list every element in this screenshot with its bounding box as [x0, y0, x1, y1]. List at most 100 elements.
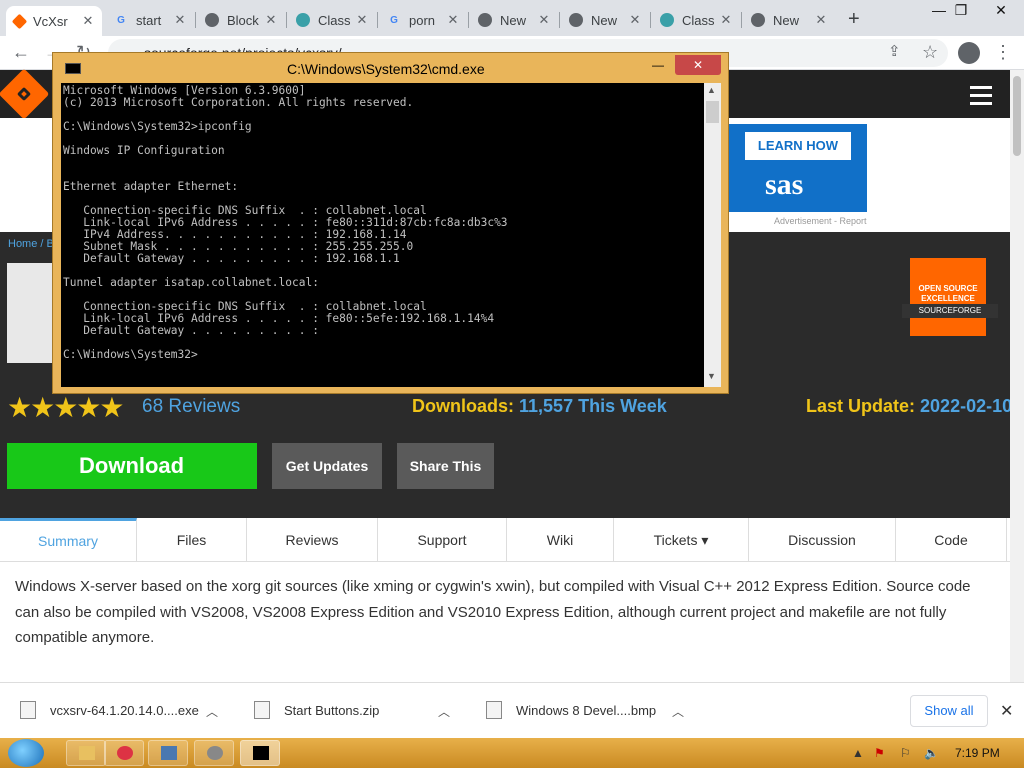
taskbar-chrome[interactable] [104, 740, 144, 766]
scroll-up-icon[interactable]: ▲ [707, 85, 716, 95]
sourceforge-logo[interactable] [0, 68, 50, 120]
download-item[interactable]: Start Buttons.zip [254, 701, 379, 719]
cmd-icon [65, 63, 81, 74]
tab-new-2[interactable]: New ✕ [561, 6, 649, 34]
clock[interactable]: 7:19 PM [955, 746, 1000, 760]
tab-tickets[interactable]: Tickets ▾ [614, 518, 749, 562]
tab-divider [559, 12, 560, 28]
ad-cta-button[interactable]: LEARN HOW [745, 132, 851, 160]
tab-porn[interactable]: G porn ✕ [379, 6, 467, 34]
download-item[interactable]: vcxsrv-64.1.20.14.0....exe [20, 701, 199, 719]
tab-class[interactable]: Class ✕ [288, 6, 376, 34]
tray-expand-icon[interactable]: ▲ [852, 746, 864, 760]
cmd-scrollbar[interactable]: ▲ ▼ [704, 83, 721, 387]
tab-label: Class [682, 12, 715, 28]
tab-start[interactable]: G start ✕ [106, 6, 194, 34]
profile-avatar[interactable] [958, 42, 980, 64]
google-icon: G [390, 14, 398, 26]
tab-label: Class [318, 12, 351, 28]
scroll-down-icon[interactable]: ▼ [707, 371, 716, 381]
download-item[interactable]: Windows 8 Devel....bmp [486, 701, 656, 719]
close-icon[interactable]: ✕ [627, 12, 643, 28]
ad-note[interactable]: Advertisement - Report [774, 216, 867, 226]
tab-reviews[interactable]: Reviews [247, 518, 378, 562]
scrollbar-thumb[interactable] [1013, 76, 1021, 156]
taskbar-app[interactable] [194, 740, 234, 766]
cmd-title-bar[interactable]: C:\Windows\System32\cmd.exe — ☐ ✕ [53, 53, 728, 81]
tab-label: Block [227, 12, 259, 28]
network-error-icon[interactable]: ⚑ [874, 746, 885, 760]
scrollbar-thumb[interactable] [706, 101, 719, 123]
taskbar-cmd[interactable] [240, 740, 280, 766]
close-icon[interactable]: ✕ [445, 12, 461, 28]
tab-label: Support [417, 532, 467, 548]
globe-icon [296, 13, 310, 27]
action-center-icon[interactable]: ⚐ [900, 746, 911, 760]
rating-stars-icon: ★★★★★ [7, 392, 125, 423]
tab-summary[interactable]: Summary [0, 518, 137, 562]
tab-new-3[interactable]: New ✕ [743, 6, 835, 34]
app-icon [207, 746, 223, 760]
downloads-value: 11,557 This Week [519, 396, 667, 416]
get-updates-label: Get Updates [285, 458, 369, 474]
ad-brand-logo: sas [765, 168, 804, 201]
advertisement[interactable]: LEARN HOW sas [729, 124, 867, 212]
bookmark-star-icon[interactable]: ☆ [922, 42, 938, 63]
project-nav: Summary Files Reviews Support Wiki Ticke… [0, 518, 1010, 562]
tab-wiki[interactable]: Wiki [507, 518, 614, 562]
chevron-up-icon[interactable]: ︿ [672, 703, 684, 720]
cmd-title: C:\Windows\System32\cmd.exe [287, 61, 485, 77]
chevron-up-icon[interactable]: ︿ [206, 703, 218, 720]
tab-block[interactable]: Block ✕ [197, 6, 285, 34]
volume-muted-icon[interactable]: 🔈 [924, 746, 939, 760]
folder-icon [79, 746, 95, 760]
tab-code[interactable]: Code [896, 518, 1007, 562]
start-button[interactable] [8, 739, 44, 767]
chrome-icon [205, 13, 219, 27]
close-icon[interactable]: ✕ [354, 12, 370, 28]
reviews-link[interactable]: 68 Reviews [142, 396, 240, 418]
menu-dots-icon[interactable]: ⋮ [994, 42, 1012, 63]
tab-discussion[interactable]: Discussion [749, 518, 896, 562]
chrome-icon [569, 13, 583, 27]
close-icon[interactable]: ✕ [80, 13, 96, 29]
close-button[interactable]: ✕ [675, 55, 721, 75]
cmd-window[interactable]: C:\Windows\System32\cmd.exe — ☐ ✕ Micros… [52, 52, 729, 394]
close-icon[interactable]: ✕ [718, 12, 734, 28]
close-icon[interactable]: ✕ [813, 12, 829, 28]
close-icon[interactable]: ✕ [1000, 701, 1013, 721]
tab-label: Tickets ▾ [653, 532, 709, 548]
cmd-console[interactable]: Microsoft Windows [Version 6.3.9600] (c)… [61, 83, 721, 387]
new-tab-button[interactable]: + [848, 8, 860, 31]
tab-label: Files [176, 532, 207, 548]
tab-divider [468, 12, 469, 28]
tab-vcxsrv[interactable]: VcXsr ✕ [6, 6, 102, 36]
tab-support[interactable]: Support [378, 518, 507, 562]
chrome-icon [117, 746, 133, 760]
file-icon [20, 701, 36, 719]
tab-label: New [591, 12, 618, 28]
back-arrow-icon[interactable]: ← [12, 42, 30, 63]
close-window-button[interactable]: ✕ [978, 2, 1024, 19]
show-all-button[interactable]: Show all [910, 695, 988, 727]
close-icon[interactable]: ✕ [172, 12, 188, 28]
taskbar-window[interactable] [148, 740, 188, 766]
close-icon[interactable]: ✕ [536, 12, 552, 28]
close-icon[interactable]: ✕ [263, 12, 279, 28]
get-updates-button[interactable]: Get Updates [272, 443, 382, 489]
tab-label: Summary [38, 533, 98, 549]
badge-title: OPEN SOURCE EXCELLENCE [918, 284, 978, 303]
tab-class-2[interactable]: Class ✕ [652, 6, 740, 34]
taskbar-explorer[interactable] [66, 740, 106, 766]
chevron-up-icon[interactable]: ︿ [438, 703, 450, 720]
tab-new-1[interactable]: New ✕ [470, 6, 558, 34]
breadcrumb[interactable]: Home / B [8, 238, 54, 250]
download-button[interactable]: Download [7, 443, 257, 489]
share-this-button[interactable]: Share This [397, 443, 494, 489]
page-scrollbar[interactable] [1010, 70, 1024, 682]
tab-divider [377, 12, 378, 28]
share-icon[interactable]: ⇪ [888, 42, 901, 60]
tab-label: porn [409, 12, 436, 28]
tab-files[interactable]: Files [137, 518, 247, 562]
hamburger-menu-icon[interactable] [970, 86, 992, 110]
